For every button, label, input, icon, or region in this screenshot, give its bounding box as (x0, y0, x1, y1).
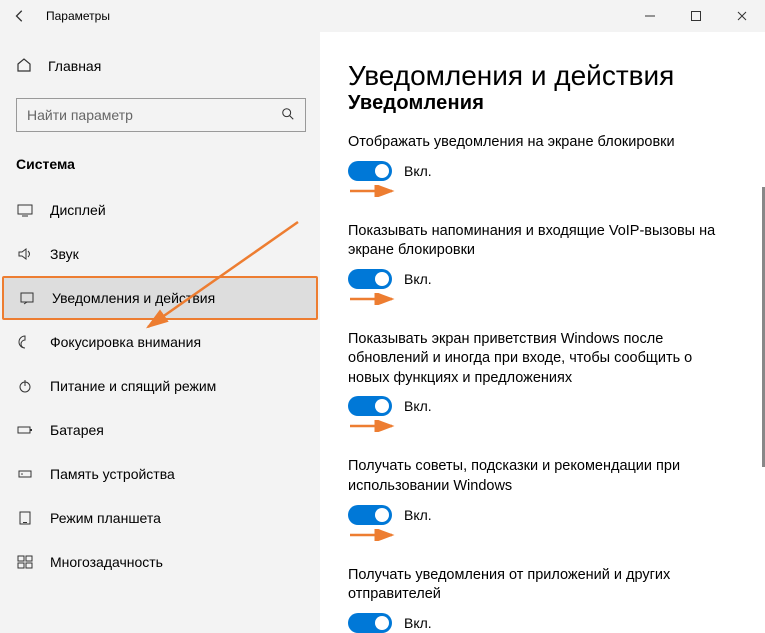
sidebar-home[interactable]: Главная (0, 46, 320, 86)
toggle-state-label: Вкл. (404, 507, 432, 523)
search-icon (281, 107, 295, 124)
battery-icon (16, 422, 34, 438)
nav-label: Режим планшета (50, 510, 161, 526)
window-controls (627, 0, 765, 32)
nav-label: Уведомления и действия (52, 290, 215, 306)
toggle-state-label: Вкл. (404, 615, 432, 631)
notify-icon (18, 290, 36, 306)
setting-label: Показывать экран приветствия Windows пос… (348, 330, 737, 389)
home-label: Главная (48, 58, 101, 74)
main-panel: Уведомления и действия Уведомления Отобр… (320, 32, 765, 633)
multitask-icon (16, 554, 34, 570)
annotation-arrow-icon (348, 185, 398, 197)
maximize-button[interactable] (673, 0, 719, 32)
annotation-arrow-icon (348, 293, 398, 305)
titlebar: Параметры (0, 0, 765, 32)
annotation-arrow-icon (348, 420, 398, 432)
sidebar: Главная Найти параметр Система Дисплей З… (0, 32, 320, 633)
setting-item: Показывать напоминания и входящие VoIP-в… (348, 222, 737, 316)
search-placeholder: Найти параметр (27, 107, 133, 123)
toggle-switch[interactable] (348, 613, 392, 633)
nav-item-display[interactable]: Дисплей (0, 188, 320, 232)
nav-item-sound[interactable]: Звук (0, 232, 320, 276)
nav-item-tablet[interactable]: Режим планшета (0, 496, 320, 540)
setting-item: Показывать экран приветствия Windows пос… (348, 330, 737, 444)
storage-icon (16, 466, 34, 482)
toggle-state-label: Вкл. (404, 271, 432, 287)
setting-label: Получать советы, подсказки и рекомендаци… (348, 457, 737, 496)
setting-item: Получать уведомления от приложений и дру… (348, 566, 737, 633)
annotation-arrow-icon (348, 529, 398, 541)
setting-label: Отображать уведомления на экране блокиро… (348, 133, 737, 153)
section-header: Система (0, 146, 320, 188)
nav-label: Многозадачность (50, 554, 163, 570)
page-title: Уведомления и действия (348, 60, 737, 92)
nav-item-storage[interactable]: Память устройства (0, 452, 320, 496)
toggle-state-label: Вкл. (404, 398, 432, 414)
nav-label: Память устройства (50, 466, 175, 482)
search-input[interactable]: Найти параметр (16, 98, 306, 132)
back-button[interactable] (0, 0, 40, 32)
display-icon (16, 202, 34, 218)
nav-label: Батарея (50, 422, 104, 438)
toggle-state-label: Вкл. (404, 163, 432, 179)
setting-item: Отображать уведомления на экране блокиро… (348, 133, 737, 208)
toggle-switch[interactable] (348, 396, 392, 416)
section-subtitle: Уведомления (348, 92, 737, 115)
nav-label: Фокусировка внимания (50, 334, 201, 350)
nav-label: Звук (50, 246, 79, 262)
focus-icon (16, 334, 34, 350)
toggle-switch[interactable] (348, 269, 392, 289)
nav-item-multitask[interactable]: Многозадачность (0, 540, 320, 584)
nav-label: Дисплей (50, 202, 106, 218)
nav-item-power[interactable]: Питание и спящий режим (0, 364, 320, 408)
sound-icon (16, 246, 34, 262)
nav-item-focus[interactable]: Фокусировка внимания (0, 320, 320, 364)
setting-item: Получать советы, подсказки и рекомендаци… (348, 457, 737, 551)
home-icon (16, 57, 32, 76)
nav-item-battery[interactable]: Батарея (0, 408, 320, 452)
nav-label: Питание и спящий режим (50, 378, 216, 394)
window-title: Параметры (46, 9, 110, 23)
setting-label: Показывать напоминания и входящие VoIP-в… (348, 222, 737, 261)
toggle-switch[interactable] (348, 161, 392, 181)
nav-item-notifications[interactable]: Уведомления и действия (2, 276, 318, 320)
power-icon (16, 378, 34, 394)
close-button[interactable] (719, 0, 765, 32)
setting-label: Получать уведомления от приложений и дру… (348, 566, 737, 605)
minimize-button[interactable] (627, 0, 673, 32)
toggle-switch[interactable] (348, 505, 392, 525)
tablet-icon (16, 510, 34, 526)
